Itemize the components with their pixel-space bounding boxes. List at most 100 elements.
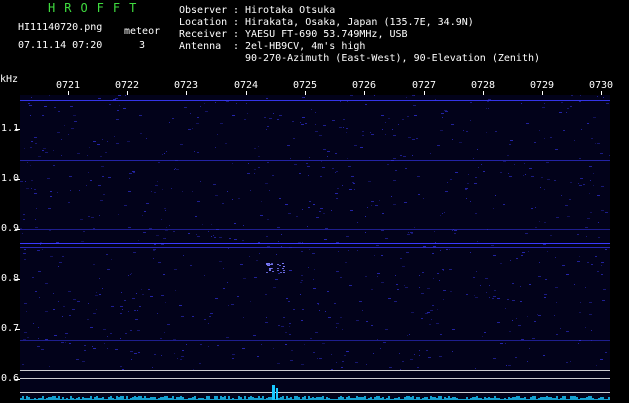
noise-speck bbox=[455, 172, 458, 173]
noise-speck bbox=[242, 348, 245, 349]
noise-speck bbox=[164, 153, 165, 154]
reference-line bbox=[20, 392, 610, 393]
noise-speck bbox=[587, 262, 589, 263]
noise-speck bbox=[446, 249, 448, 250]
meteor-echo bbox=[283, 266, 285, 267]
noise-speck bbox=[68, 291, 71, 292]
noise-speck bbox=[291, 350, 293, 351]
noise-speck bbox=[379, 200, 380, 201]
noise-speck bbox=[266, 236, 268, 237]
noise-level-bar bbox=[116, 396, 118, 400]
noise-speck bbox=[323, 125, 326, 126]
noise-speck bbox=[35, 219, 36, 220]
noise-speck bbox=[371, 325, 373, 326]
noise-speck bbox=[377, 339, 378, 340]
noise-speck bbox=[419, 287, 420, 288]
noise-speck bbox=[72, 309, 75, 310]
noise-speck bbox=[175, 168, 176, 169]
noise-speck bbox=[154, 192, 156, 193]
noise-speck bbox=[137, 330, 140, 331]
noise-level-bar bbox=[26, 396, 28, 400]
noise-speck bbox=[399, 353, 400, 354]
meteor-echo bbox=[269, 269, 271, 270]
noise-speck bbox=[37, 346, 40, 347]
meteor-echo bbox=[277, 268, 279, 269]
noise-speck bbox=[443, 290, 446, 291]
noise-speck bbox=[574, 140, 575, 141]
noise-speck bbox=[30, 165, 31, 166]
noise-speck bbox=[43, 148, 46, 149]
noise-level-bar bbox=[96, 396, 98, 400]
noise-speck bbox=[180, 144, 183, 145]
noise-speck bbox=[152, 367, 153, 368]
noise-speck bbox=[388, 118, 390, 119]
noise-speck bbox=[290, 158, 291, 159]
noise-speck bbox=[590, 212, 592, 213]
noise-speck bbox=[475, 177, 477, 178]
noise-speck bbox=[321, 161, 322, 162]
noise-speck bbox=[402, 119, 404, 120]
noise-speck bbox=[200, 106, 201, 107]
noise-speck bbox=[173, 339, 176, 340]
noise-speck bbox=[300, 122, 301, 123]
info-label-receiver: Receiver bbox=[179, 29, 228, 40]
noise-speck bbox=[213, 184, 216, 185]
noise-speck bbox=[579, 185, 582, 186]
noise-speck bbox=[38, 271, 41, 272]
noise-speck bbox=[514, 164, 515, 165]
noise-speck bbox=[581, 129, 582, 130]
noise-speck bbox=[315, 112, 316, 113]
carrier-line bbox=[20, 247, 610, 248]
noise-speck bbox=[347, 158, 348, 159]
noise-speck bbox=[580, 302, 581, 303]
datetime-label: 07.11.14 07:20 bbox=[18, 40, 103, 51]
noise-speck bbox=[497, 298, 500, 299]
noise-speck bbox=[69, 176, 72, 177]
noise-speck bbox=[204, 103, 205, 104]
noise-speck bbox=[82, 361, 85, 362]
noise-speck bbox=[556, 217, 559, 218]
noise-speck bbox=[389, 367, 392, 368]
noise-speck bbox=[394, 301, 397, 302]
noise-speck bbox=[380, 348, 381, 349]
noise-level-bar bbox=[262, 396, 264, 400]
noise-speck bbox=[597, 195, 600, 196]
noise-speck bbox=[441, 113, 444, 114]
noise-speck bbox=[331, 369, 333, 370]
noise-speck bbox=[436, 323, 439, 324]
noise-speck bbox=[124, 205, 127, 206]
noise-speck bbox=[595, 143, 596, 144]
noise-speck bbox=[343, 127, 344, 128]
noise-speck bbox=[309, 201, 311, 202]
noise-speck bbox=[579, 101, 581, 102]
noise-speck bbox=[343, 119, 345, 120]
noise-speck bbox=[598, 222, 599, 223]
noise-speck bbox=[294, 164, 297, 165]
noise-speck bbox=[346, 236, 349, 237]
noise-speck bbox=[400, 155, 402, 156]
noise-speck bbox=[587, 218, 590, 219]
noise-speck bbox=[591, 330, 592, 331]
spectrogram-svg bbox=[20, 95, 611, 400]
noise-speck bbox=[360, 147, 363, 148]
noise-speck bbox=[246, 103, 247, 104]
noise-speck bbox=[362, 131, 364, 132]
noise-speck bbox=[302, 309, 304, 310]
noise-speck bbox=[24, 332, 27, 333]
noise-speck bbox=[542, 107, 545, 108]
noise-speck bbox=[550, 137, 552, 138]
noise-speck bbox=[597, 143, 600, 144]
noise-speck bbox=[413, 105, 416, 106]
noise-speck bbox=[97, 144, 100, 145]
noise-level-bar bbox=[126, 396, 128, 400]
noise-speck bbox=[442, 117, 443, 118]
noise-speck bbox=[500, 172, 502, 173]
noise-speck bbox=[277, 363, 280, 364]
noise-speck bbox=[176, 169, 179, 170]
noise-speck bbox=[95, 295, 98, 296]
noise-speck bbox=[332, 168, 334, 169]
noise-speck bbox=[481, 164, 482, 165]
noise-speck bbox=[556, 302, 557, 303]
noise-speck bbox=[103, 329, 106, 330]
noise-speck bbox=[309, 249, 310, 250]
